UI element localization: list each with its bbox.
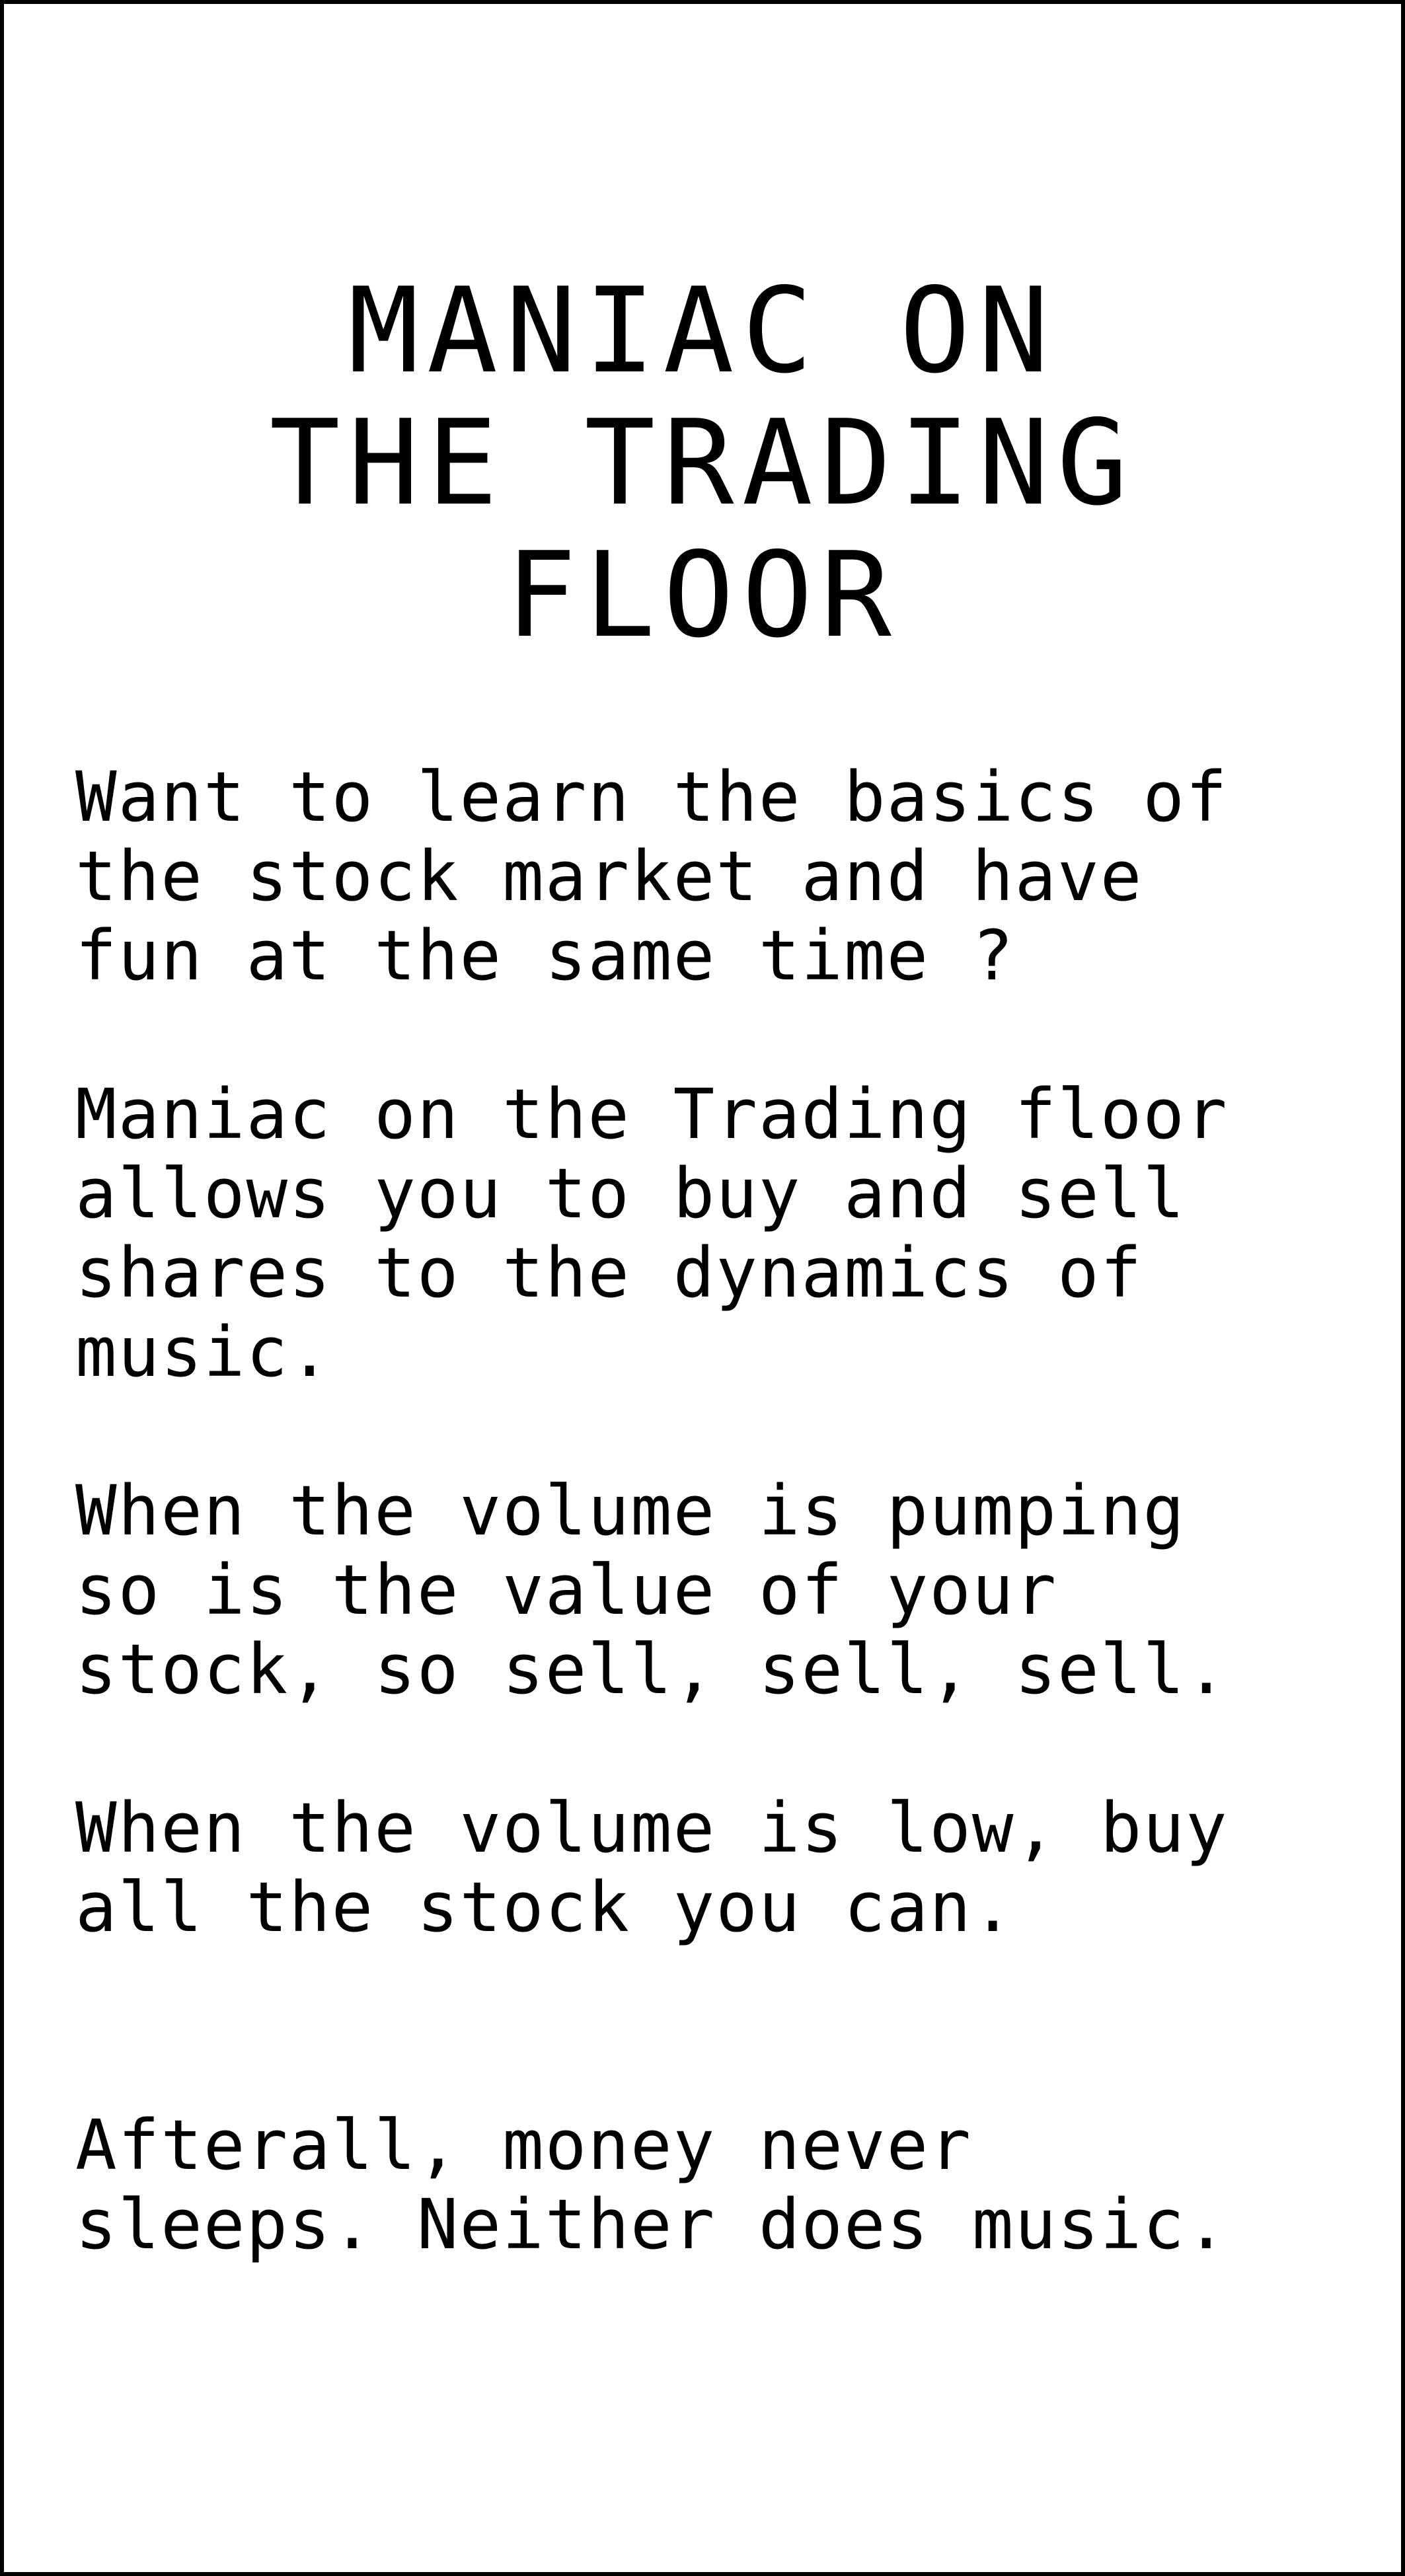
paragraph-line: so is the value of your [75, 1550, 1058, 1630]
paragraph-line: When the volume is low, buy [75, 1788, 1229, 1868]
sell-rule-paragraph: When the volume is pumping so is the val… [75, 1471, 1371, 1709]
buy-rule-paragraph: When the volume is low, buy all the stoc… [75, 1788, 1371, 1947]
title-line: MANIAC ON [348, 262, 1057, 399]
title-line: THE TRADING [269, 395, 1136, 531]
paragraph-line: stock, so sell, sell, sell. [75, 1629, 1229, 1710]
description-paragraph: Maniac on the Trading floor allows you t… [75, 1075, 1371, 1392]
game-title: MANIAC ON THE TRADING FLOOR [4, 265, 1401, 662]
paragraph-line: Afterall, money never [75, 2105, 972, 2185]
paragraph-line: Want to learn the basics of [75, 757, 1229, 837]
paragraph-line: When the volume is pumping [75, 1470, 1186, 1551]
intro-paragraph: Want to learn the basics of the stock ma… [75, 757, 1371, 995]
paragraph-line: allows you to buy and sell [75, 1153, 1186, 1234]
paragraph-line: the stock market and have [75, 836, 1143, 917]
paragraph-line: shares to the dynamics of [75, 1232, 1143, 1313]
closing-paragraph: Afterall, money never sleeps. Neither do… [75, 2105, 1371, 2264]
game-intro-screen: MANIAC ON THE TRADING FLOOR Want to lear… [0, 0, 1405, 2576]
paragraph-line: sleeps. Neither does music. [75, 2184, 1229, 2265]
paragraph-line: all the stock you can. [75, 1867, 1015, 1948]
paragraph-line: fun at the same time ? [75, 915, 1015, 996]
title-line: FLOOR [506, 527, 899, 663]
paragraph-line: music. [75, 1312, 332, 1392]
paragraph-line: Maniac on the Trading floor [75, 1074, 1229, 1155]
